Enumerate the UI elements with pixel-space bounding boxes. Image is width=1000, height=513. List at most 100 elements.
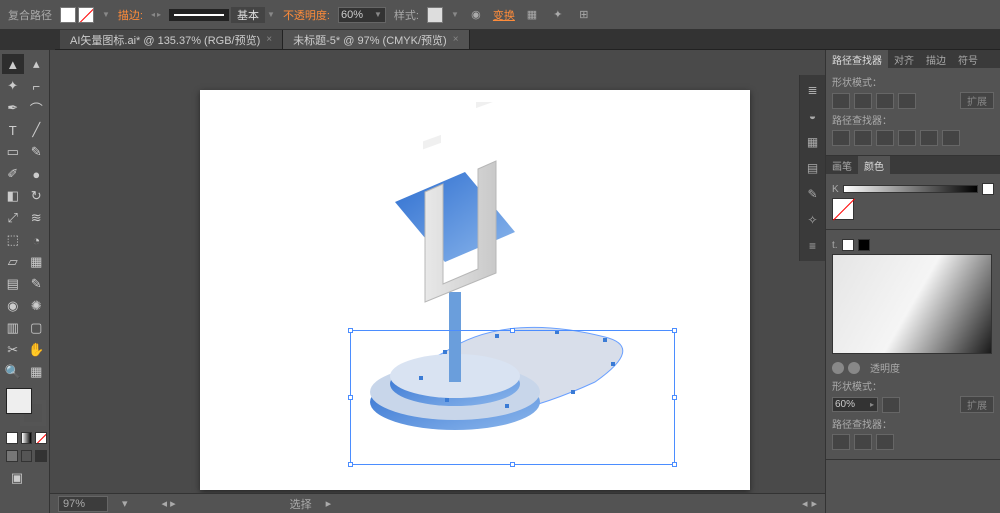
pf-btn-b[interactable]: [854, 434, 872, 450]
symbols-panel-icon[interactable]: ✧: [804, 211, 822, 229]
type-tool[interactable]: T: [2, 120, 24, 140]
graphic-styles-panel-icon[interactable]: ▦: [804, 133, 822, 151]
canvas-area[interactable]: [50, 50, 825, 513]
column-graph-tool[interactable]: ▥: [2, 318, 24, 338]
opacity-field[interactable]: ▼: [338, 7, 386, 23]
gradient-preview[interactable]: [832, 254, 992, 354]
lasso-tool[interactable]: ⌐: [26, 76, 48, 96]
unite-button[interactable]: [832, 93, 850, 109]
minus-front-button[interactable]: [854, 93, 872, 109]
recolor-icon[interactable]: ◉: [467, 6, 485, 24]
gradient-tool[interactable]: ▤: [2, 274, 24, 294]
rotate-tool[interactable]: ↻: [26, 186, 48, 206]
trim-button[interactable]: [854, 130, 872, 146]
stroke-swatch[interactable]: [78, 7, 94, 23]
paintbrush-tool[interactable]: ✎: [26, 142, 48, 162]
hand-tool[interactable]: ✋: [26, 340, 48, 360]
document-tab[interactable]: 未标题-5* @ 97% (CMYK/预览) ×: [283, 30, 469, 49]
line-tool[interactable]: ╱: [26, 120, 48, 140]
free-transform-tool[interactable]: ⬚: [2, 230, 24, 250]
swatches-panel-icon[interactable]: ▤: [804, 159, 822, 177]
panel-tab-align[interactable]: 对齐: [888, 50, 920, 68]
blend-opacity-input[interactable]: [833, 398, 867, 411]
panel-tab-color[interactable]: 颜色: [858, 156, 890, 174]
k-value-box[interactable]: [982, 183, 994, 195]
merge-button[interactable]: [876, 130, 894, 146]
fill-stroke-control[interactable]: [6, 388, 46, 426]
none-mode-icon[interactable]: [35, 432, 47, 444]
artboard-tool[interactable]: ▢: [26, 318, 48, 338]
draw-inside-icon[interactable]: [35, 450, 47, 462]
fill-swatch[interactable]: [60, 7, 76, 23]
gradient-mode-icon[interactable]: [21, 432, 33, 444]
gradient-stop-2[interactable]: [848, 362, 860, 374]
selection-bounding-box[interactable]: [350, 330, 675, 465]
brushes-panel-icon[interactable]: ✎: [804, 185, 822, 203]
draw-behind-icon[interactable]: [21, 450, 33, 462]
selection-tool[interactable]: ▲: [2, 54, 24, 74]
divide-button[interactable]: [832, 130, 850, 146]
direct-selection-tool[interactable]: ▴: [26, 54, 48, 74]
width-tool[interactable]: ≋: [26, 208, 48, 228]
pf-btn-a[interactable]: [832, 434, 850, 450]
align-icon[interactable]: ▦: [523, 6, 541, 24]
stroke-weight-dropdown[interactable]: ◂▸: [151, 10, 161, 19]
fill-dropdown[interactable]: ▼: [102, 10, 110, 19]
pen-tool[interactable]: ✒: [2, 98, 24, 118]
eyedropper-tool[interactable]: ✎: [26, 274, 48, 294]
blob-brush-tool[interactable]: ●: [26, 164, 48, 184]
document-tab[interactable]: AI矢量图标.ai* @ 135.37% (RGB/预览) ×: [60, 30, 283, 49]
transform-link[interactable]: 变换: [493, 7, 515, 23]
panel-tab-symbols[interactable]: 符号: [952, 50, 984, 68]
expand-button[interactable]: 扩展: [960, 92, 994, 109]
transparency-tab[interactable]: 透明度: [870, 360, 900, 375]
slice-tool[interactable]: ✂: [2, 340, 24, 360]
layers-panel-icon[interactable]: ≣: [804, 81, 822, 99]
magic-wand-tool[interactable]: ✦: [2, 76, 24, 96]
blend-tool[interactable]: ◉: [2, 296, 24, 316]
nav-prev-icon[interactable]: ◂: [802, 497, 808, 510]
exclude-button[interactable]: [898, 93, 916, 109]
close-icon[interactable]: ×: [266, 34, 272, 45]
perspective-tool[interactable]: ▱: [2, 252, 24, 272]
mesh-tool[interactable]: ▦: [26, 252, 48, 272]
mask-button[interactable]: [882, 397, 900, 413]
stroke-panel-icon[interactable]: ≡: [804, 237, 822, 255]
pencil-tool[interactable]: ✐: [2, 164, 24, 184]
gradient-type-radial[interactable]: [858, 239, 870, 251]
print-tiling-tool[interactable]: ▦: [26, 362, 48, 382]
fill-swatch-large[interactable]: [6, 388, 32, 414]
fill-stroke-swatches[interactable]: [60, 7, 94, 23]
style-dropdown[interactable]: ▼: [451, 10, 459, 19]
k-slider[interactable]: [843, 185, 978, 193]
screen-mode-tool[interactable]: ▣: [6, 468, 28, 488]
isolate-icon[interactable]: ✦: [549, 6, 567, 24]
eraser-tool[interactable]: ◧: [2, 186, 24, 206]
expand-button-2[interactable]: 扩展: [960, 396, 994, 413]
color-fill-swatch[interactable]: [832, 198, 854, 220]
appearance-panel-icon[interactable]: ◒: [804, 107, 822, 125]
draw-normal-icon[interactable]: [6, 450, 18, 462]
panel-tab-stroke[interactable]: 描边: [920, 50, 952, 68]
stroke-label[interactable]: 描边:: [118, 7, 143, 23]
scale-tool[interactable]: ⤢: [2, 208, 24, 228]
panel-tab-brushes[interactable]: 画笔: [826, 156, 858, 174]
minus-back-button[interactable]: [942, 130, 960, 146]
symbol-sprayer-tool[interactable]: ✺: [26, 296, 48, 316]
blend-opacity-field[interactable]: ▸: [832, 397, 878, 412]
shape-builder-tool[interactable]: ◔: [26, 230, 48, 250]
panel-tab-pathfinder[interactable]: 路径查找器: [826, 50, 888, 68]
pf-btn-c[interactable]: [876, 434, 894, 450]
crop-button[interactable]: [898, 130, 916, 146]
gradient-type-linear[interactable]: [842, 239, 854, 251]
rectangle-tool[interactable]: ▭: [2, 142, 24, 162]
opacity-input[interactable]: [339, 8, 371, 22]
nav-next-icon[interactable]: ▸: [811, 497, 817, 510]
color-mode-icon[interactable]: [6, 432, 18, 444]
stroke-profile[interactable]: 基本 ▼: [169, 7, 275, 23]
zoom-tool[interactable]: 🔍: [2, 362, 24, 382]
intersect-button[interactable]: [876, 93, 894, 109]
arrange-icon[interactable]: ⊞: [575, 6, 593, 24]
opacity-label[interactable]: 不透明度:: [283, 7, 330, 23]
outline-button[interactable]: [920, 130, 938, 146]
